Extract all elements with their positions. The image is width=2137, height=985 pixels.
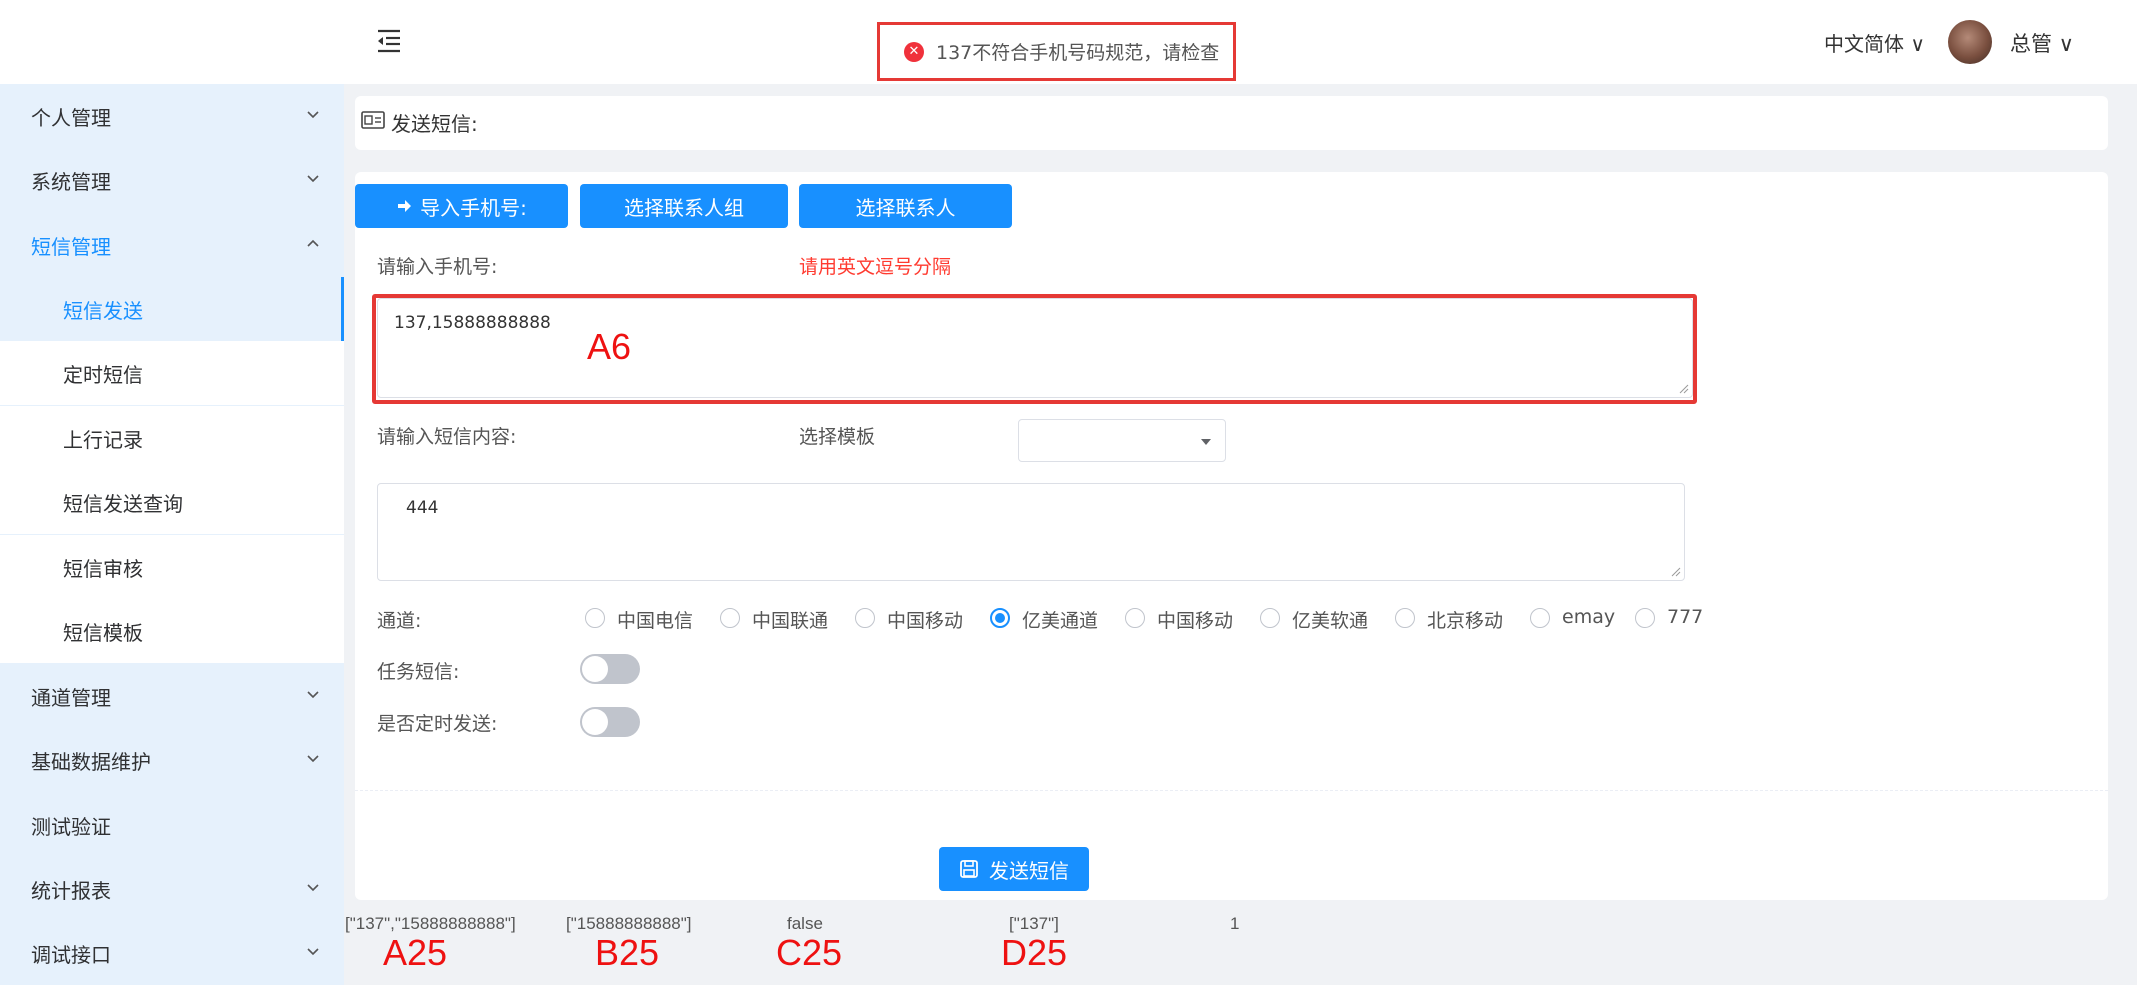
annotation-a6: A6 <box>587 326 632 367</box>
channel-radio[interactable] <box>855 608 875 628</box>
caret-down-icon <box>1201 439 1211 445</box>
sidebar-item-label: 短信管理 <box>31 234 111 259</box>
toast-message: 137不符合手机号码规范，请检查 <box>936 42 1220 64</box>
select-contact-button[interactable]: 选择联系人 <box>799 184 1012 228</box>
channel-option-label[interactable]: 777 <box>1667 606 1703 628</box>
channel-radio[interactable] <box>1125 608 1145 628</box>
sidebar-item-personal[interactable]: 个人管理 <box>0 84 344 148</box>
sidebar-item-sms-template[interactable]: 短信模板 <box>0 599 344 663</box>
channel-radio[interactable] <box>1530 608 1550 628</box>
debug-value-e25: 1 <box>1230 914 1240 933</box>
error-circle-icon: ✕ <box>904 41 924 62</box>
sidebar-item-sms-send[interactable]: 短信发送 <box>0 277 344 341</box>
chevron-down-icon <box>307 948 319 956</box>
annotation-box <box>372 294 1697 404</box>
channel-radio[interactable] <box>1260 608 1280 628</box>
template-select[interactable] <box>1018 419 1226 462</box>
phone-label: 请输入手机号: <box>377 256 498 278</box>
sidebar-item-label: 通道管理 <box>31 685 111 710</box>
select-contact-group-button[interactable]: 选择联系人组 <box>580 184 788 228</box>
import-phone-button[interactable]: 导入手机号: <box>355 184 568 228</box>
channel-option-label[interactable]: emay <box>1562 606 1615 628</box>
sidebar-item-debug-api[interactable]: 调试接口 <box>0 921 344 985</box>
channel-label: 通道: <box>377 610 422 632</box>
chevron-down-icon <box>307 884 319 892</box>
channel-option-label[interactable]: 中国移动 <box>1157 606 1233 633</box>
channel-option-label[interactable]: 亿美软通 <box>1292 606 1368 633</box>
sidebar-item-base-data[interactable]: 基础数据维护 <box>0 728 344 792</box>
sidebar-item-label: 调试接口 <box>31 942 111 967</box>
sidebar-item-label: 测试验证 <box>31 814 111 839</box>
content-label: 请输入短信内容: <box>377 426 517 448</box>
template-label: 选择模板 <box>799 426 876 448</box>
annotation-d25: D25 <box>1001 932 1068 973</box>
sign-in-icon <box>398 200 412 212</box>
schedule-toggle[interactable] <box>580 707 640 737</box>
sidebar-item-label: 上行记录 <box>63 427 143 452</box>
channel-option-label[interactable]: 中国移动 <box>887 606 963 633</box>
user-menu[interactable]: 总管 ∨ <box>2010 28 2074 58</box>
annotation-c25: C25 <box>776 932 843 973</box>
menu-fold-icon[interactable] <box>374 26 404 56</box>
channel-radio[interactable] <box>1395 608 1415 628</box>
chevron-up-icon <box>307 239 319 247</box>
sidebar-item-test[interactable]: 测试验证 <box>0 793 344 857</box>
channel-option-label[interactable]: 中国电信 <box>617 606 693 633</box>
channel-radio-selected[interactable] <box>990 608 1010 628</box>
sidebar-item-label: 个人管理 <box>31 105 111 130</box>
channel-radio[interactable] <box>1635 608 1655 628</box>
channel-option-label[interactable]: 亿美通道 <box>1022 606 1098 633</box>
sidebar-item-label: 定时短信 <box>63 362 143 387</box>
sidebar-item-system[interactable]: 系统管理 <box>0 148 344 212</box>
sidebar-item-label: 短信发送查询 <box>63 491 183 516</box>
sidebar-item-label: 基础数据维护 <box>31 749 151 774</box>
task-sms-toggle[interactable] <box>580 654 640 684</box>
schedule-label: 是否定时发送: <box>377 713 498 735</box>
content-textarea[interactable]: 444 <box>377 483 1685 581</box>
debug-value-a25: ["137","15888888888"] <box>345 914 516 933</box>
channel-radio[interactable] <box>720 608 740 628</box>
divider <box>355 790 2108 791</box>
send-sms-button[interactable]: 发送短信 <box>939 847 1089 891</box>
channel-option-label[interactable]: 中国联通 <box>752 606 828 633</box>
sidebar-item-reports[interactable]: 统计报表 <box>0 857 344 921</box>
annotation-a25: A25 <box>383 932 448 973</box>
sidebar-item-channel[interactable]: 通道管理 <box>0 664 344 728</box>
save-icon <box>960 860 978 878</box>
debug-value-d25: ["137"] <box>1009 914 1059 933</box>
sidebar-item-label: 短信模板 <box>63 620 143 645</box>
chevron-down-icon <box>307 111 319 119</box>
sidebar-item-send-query[interactable]: 短信发送查询 <box>0 470 344 534</box>
id-card-icon <box>361 111 385 129</box>
error-toast: ✕ 137不符合手机号码规范，请检查 <box>877 22 1236 81</box>
sidebar-item-sms-review[interactable]: 短信审核 <box>0 535 344 599</box>
breadcrumb <box>355 96 2108 150</box>
content-value: 444 <box>406 498 439 518</box>
avatar[interactable] <box>1948 20 1992 64</box>
sidebar-item-label: 系统管理 <box>31 169 111 194</box>
sidebar-item-label: 统计报表 <box>31 878 111 903</box>
chevron-down-icon <box>307 691 319 699</box>
chevron-down-icon <box>307 755 319 763</box>
page-title: 发送短信: <box>391 112 478 136</box>
sidebar-item-label: 短信审核 <box>63 556 143 581</box>
language-selector[interactable]: 中文简体 ∨ <box>1824 28 1925 57</box>
resize-handle-icon[interactable] <box>1671 567 1681 577</box>
sidebar-item-label: 短信发送 <box>63 298 143 323</box>
task-sms-label: 任务短信: <box>377 661 460 683</box>
channel-radio[interactable] <box>585 608 605 628</box>
sidebar: 个人管理 系统管理 短信管理 短信发送 定时短信 上行记录 短信发送查询 短信审… <box>0 84 344 985</box>
sidebar-item-uplink-records[interactable]: 上行记录 <box>0 406 344 470</box>
sidebar-item-scheduled-sms[interactable]: 定时短信 <box>0 341 344 405</box>
annotation-b25: B25 <box>595 932 660 973</box>
channel-option-label[interactable]: 北京移动 <box>1427 606 1503 633</box>
debug-value-b25: ["15888888888"] <box>566 914 692 933</box>
sidebar-item-sms[interactable]: 短信管理 <box>0 213 344 277</box>
debug-value-c25: false <box>787 914 823 933</box>
phone-hint: 请用英文逗号分隔 <box>799 256 952 278</box>
chevron-down-icon <box>307 175 319 183</box>
